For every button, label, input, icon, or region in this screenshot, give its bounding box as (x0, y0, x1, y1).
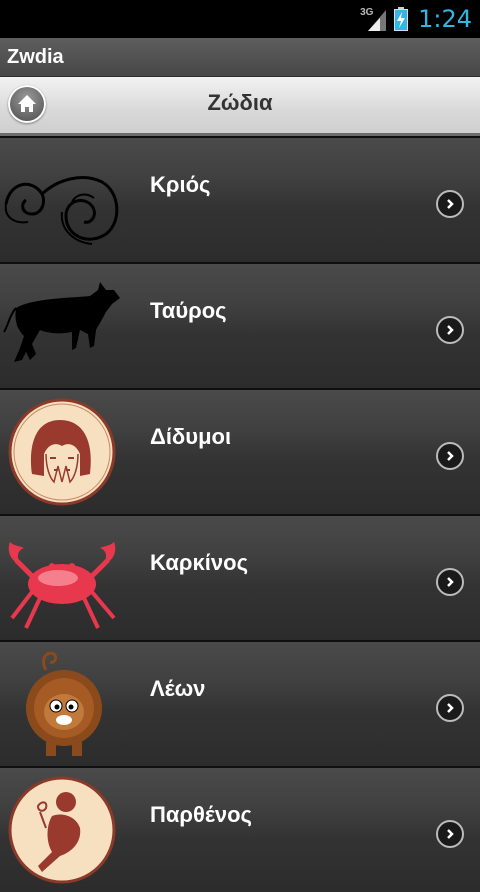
chevron-right-icon (447, 325, 454, 335)
status-icons: 3G 1:24 (360, 4, 472, 34)
page-title: Ζώδια (207, 90, 273, 115)
row-label: Ταύρος (150, 298, 227, 323)
clock: 1:24 (418, 5, 472, 33)
virgo-maiden-icon (8, 776, 116, 884)
row-label: Δίδυμοι (150, 424, 232, 449)
list-item-leo[interactable]: Λέων (0, 640, 480, 766)
chevron-right-icon (447, 703, 454, 713)
zodiac-list: Κριός Ταύρος Δίδυμοι Καρκίνος Λέων Παρθέ… (0, 136, 480, 892)
row-label: Λέων (150, 676, 206, 701)
gemini-twins-icon (8, 398, 116, 506)
leo-lion-icon (26, 651, 102, 756)
header-bar: Ζώδια (0, 77, 480, 136)
taurus-bull-icon (3, 282, 120, 362)
list-item-virgo[interactable]: Παρθένος (0, 766, 480, 892)
row-label: Κριός (150, 172, 211, 197)
list-item-gemini[interactable]: Δίδυμοι (0, 388, 480, 514)
signal-icon (368, 10, 387, 31)
list-item-cancer[interactable]: Καρκίνος (0, 514, 480, 640)
battery-charging-icon (394, 7, 409, 31)
list-item-aries[interactable]: Κριός (0, 136, 480, 262)
row-label: Παρθένος (150, 802, 252, 827)
row-chevron[interactable] (436, 442, 464, 470)
status-bar: 3G 1:24 (0, 0, 480, 38)
list-item-taurus[interactable]: Ταύρος (0, 262, 480, 388)
chevron-right-icon (447, 451, 454, 461)
signal-indicator: 3G (360, 6, 388, 32)
app-title: Zwdia (7, 46, 64, 68)
row-chevron[interactable] (436, 316, 464, 344)
row-chevron[interactable] (436, 694, 464, 722)
chevron-right-icon (447, 577, 454, 587)
row-chevron[interactable] (436, 820, 464, 848)
cancer-crab-icon (8, 542, 116, 629)
chevron-right-icon (447, 199, 454, 209)
row-chevron[interactable] (436, 190, 464, 218)
chevron-right-icon (447, 829, 454, 839)
row-chevron[interactable] (436, 568, 464, 596)
title-bar: Zwdia (0, 38, 480, 77)
row-label: Καρκίνος (150, 550, 249, 575)
aries-ram-horns-icon (4, 176, 119, 245)
